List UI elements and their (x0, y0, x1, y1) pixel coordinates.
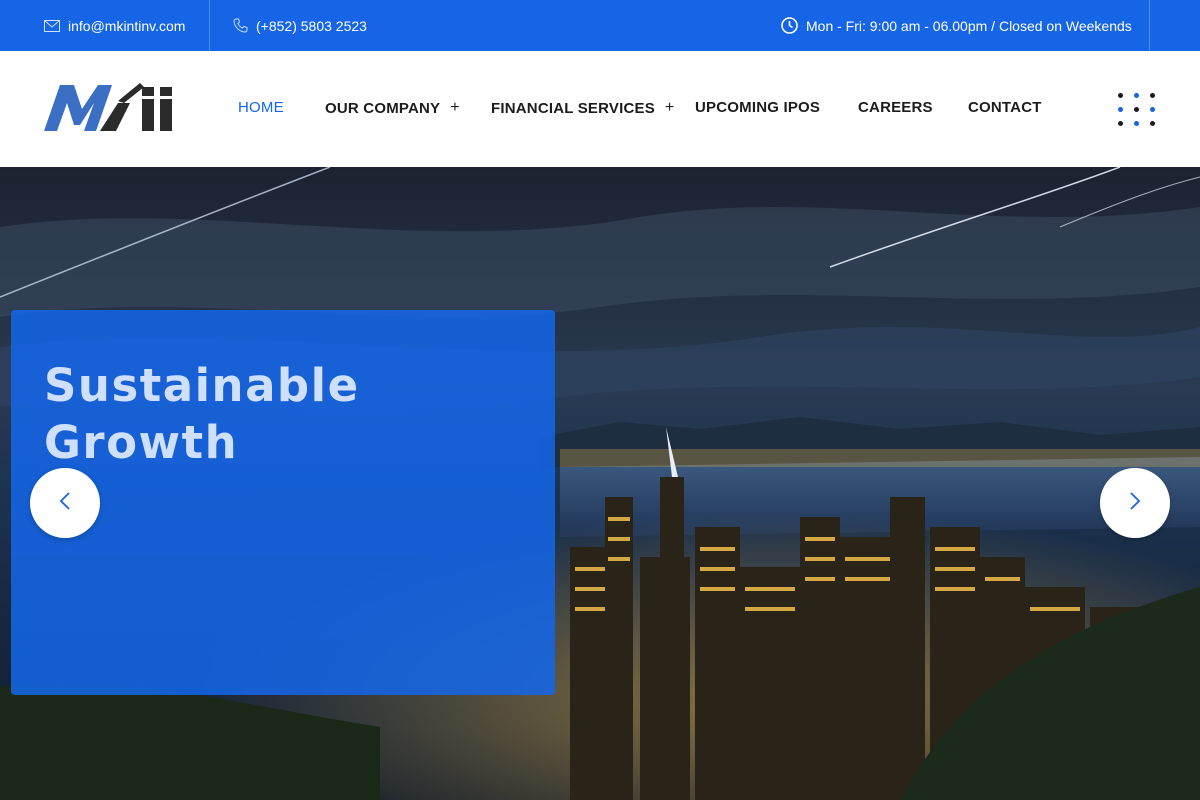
plus-icon[interactable]: + (665, 99, 675, 117)
hours-text: Mon - Fri: 9:00 am - 06.00pm / Closed on… (806, 17, 1132, 34)
brand-logo[interactable] (44, 81, 178, 133)
divider (1149, 0, 1150, 51)
nav-our-company-label[interactable]: OUR COMPANY (325, 100, 440, 117)
nav-careers-label[interactable]: CAREERS (858, 99, 933, 116)
hero-slider: Sustainable Growth (0, 167, 1200, 800)
nav-our-company[interactable]: OUR COMPANY + (325, 99, 460, 117)
phone-contact[interactable]: (+852) 5803 2523 (233, 0, 367, 51)
plus-icon[interactable]: + (450, 99, 460, 117)
phone-icon (233, 18, 248, 33)
chevron-right-icon (1129, 491, 1141, 516)
email-text[interactable]: info@mkintinv.com (68, 18, 185, 34)
chevron-left-icon (59, 491, 71, 516)
site-header: HOME OUR COMPANY + FINANCIAL SERVICES + … (0, 51, 1200, 167)
envelope-icon (44, 19, 60, 32)
business-hours: Mon - Fri: 9:00 am - 06.00pm / Closed on… (781, 0, 1132, 51)
nav-financial-services-label[interactable]: FINANCIAL SERVICES (491, 100, 655, 117)
nav-home[interactable]: HOME (238, 99, 284, 116)
nav-contact-label[interactable]: CONTACT (968, 99, 1042, 116)
email-contact[interactable]: info@mkintinv.com (44, 0, 185, 51)
nav-home-label[interactable]: HOME (238, 99, 284, 116)
hero-headline: Sustainable Growth (44, 359, 360, 469)
slider-next-button[interactable] (1100, 468, 1170, 538)
nav-contact[interactable]: CONTACT (968, 99, 1042, 116)
nav-careers[interactable]: CAREERS (858, 99, 933, 116)
nav-financial-services[interactable]: FINANCIAL SERVICES + (491, 99, 674, 117)
divider (209, 0, 210, 51)
nav-upcoming-ipos-label[interactable]: UPCOMING IPOS (695, 99, 820, 116)
slider-prev-button[interactable] (30, 468, 100, 538)
phone-text[interactable]: (+852) 5803 2523 (256, 18, 367, 34)
nav-upcoming-ipos[interactable]: UPCOMING IPOS (695, 99, 820, 116)
menu-grid-icon[interactable] (1118, 93, 1156, 127)
top-contact-bar: info@mkintinv.com (+852) 5803 2523 Mon -… (0, 0, 1200, 51)
clock-icon (781, 17, 798, 34)
